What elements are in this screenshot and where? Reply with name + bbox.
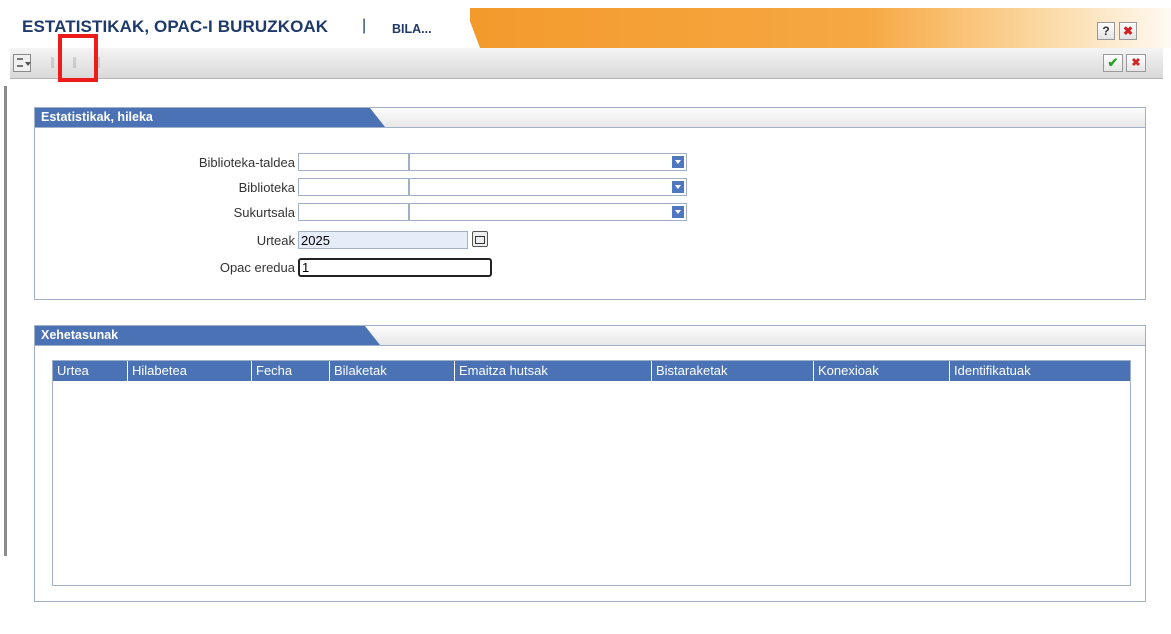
column-header-urtea[interactable]: Urtea (53, 361, 128, 381)
chevron-down-icon[interactable] (672, 206, 684, 218)
cancel-button[interactable]: ✖ (1126, 54, 1146, 72)
filters-panel: Estatistikak, hileka Biblioteka-taldea B… (34, 107, 1146, 300)
urteak-input[interactable] (298, 231, 468, 249)
column-header-bilaketak[interactable]: Bilaketak (330, 361, 455, 381)
help-button[interactable]: ? (1097, 22, 1115, 40)
filters-panel-title: Estatistikak, hileka (35, 108, 385, 127)
menu-dropdown-icon[interactable] (13, 54, 31, 72)
details-table[interactable]: Urtea Hilabetea Fecha Bilaketak Emaitza … (52, 360, 1131, 586)
biblioteka-taldea-label: Biblioteka-taldea (198, 155, 295, 170)
accept-button[interactable]: ✔ (1103, 54, 1123, 72)
details-panel-header: Xehetasunak (35, 326, 1145, 346)
chevron-down-icon[interactable] (672, 181, 684, 193)
close-button[interactable]: ✖ (1119, 22, 1137, 40)
sukurtsala-label: Sukurtsala (233, 205, 295, 220)
details-table-header: Urtea Hilabetea Fecha Bilaketak Emaitza … (53, 361, 1130, 381)
title-separator: | (362, 17, 367, 34)
details-panel-title: Xehetasunak (35, 326, 380, 345)
title-bar-accent (470, 8, 1171, 48)
biblioteka-code-input[interactable] (298, 178, 409, 196)
biblioteka-taldea-code-input[interactable] (298, 153, 409, 171)
calendar-icon[interactable] (472, 231, 488, 247)
urteak-label: Urteak (256, 233, 295, 248)
column-header-fecha[interactable]: Fecha (252, 361, 330, 381)
title-bar: ESTATISTIKAK, OPAC-I BURUZKOAK | BILA...… (10, 8, 1171, 48)
column-header-emaitza-hutsak[interactable]: Emaitza hutsak (455, 361, 652, 381)
opac-eredua-label: Opac eredua (219, 260, 295, 275)
highlight-box (58, 34, 98, 82)
opac-eredua-input[interactable] (298, 258, 492, 277)
tab-bila[interactable]: BILA... (392, 22, 432, 36)
sukurtsala-code-input[interactable] (298, 203, 409, 221)
column-header-hilabetea[interactable]: Hilabetea (128, 361, 252, 381)
sukurtsala-select[interactable] (409, 203, 687, 221)
column-header-identifikatuak[interactable]: Identifikatuak (950, 361, 1130, 381)
details-panel: Xehetasunak Urtea Hilabetea Fecha Bilake… (34, 325, 1146, 602)
filters-panel-header: Estatistikak, hileka (35, 108, 1145, 128)
toolbar: ✔ ✖ (10, 48, 1163, 79)
column-header-konexioak[interactable]: Konexioak (814, 361, 950, 381)
chevron-down-icon[interactable] (672, 156, 684, 168)
biblioteka-taldea-select[interactable] (409, 153, 687, 171)
column-header-bistaraketak[interactable]: Bistaraketak (652, 361, 814, 381)
left-edge-bar (4, 86, 7, 556)
biblioteka-label: Biblioteka (238, 180, 295, 195)
biblioteka-select[interactable] (409, 178, 687, 196)
